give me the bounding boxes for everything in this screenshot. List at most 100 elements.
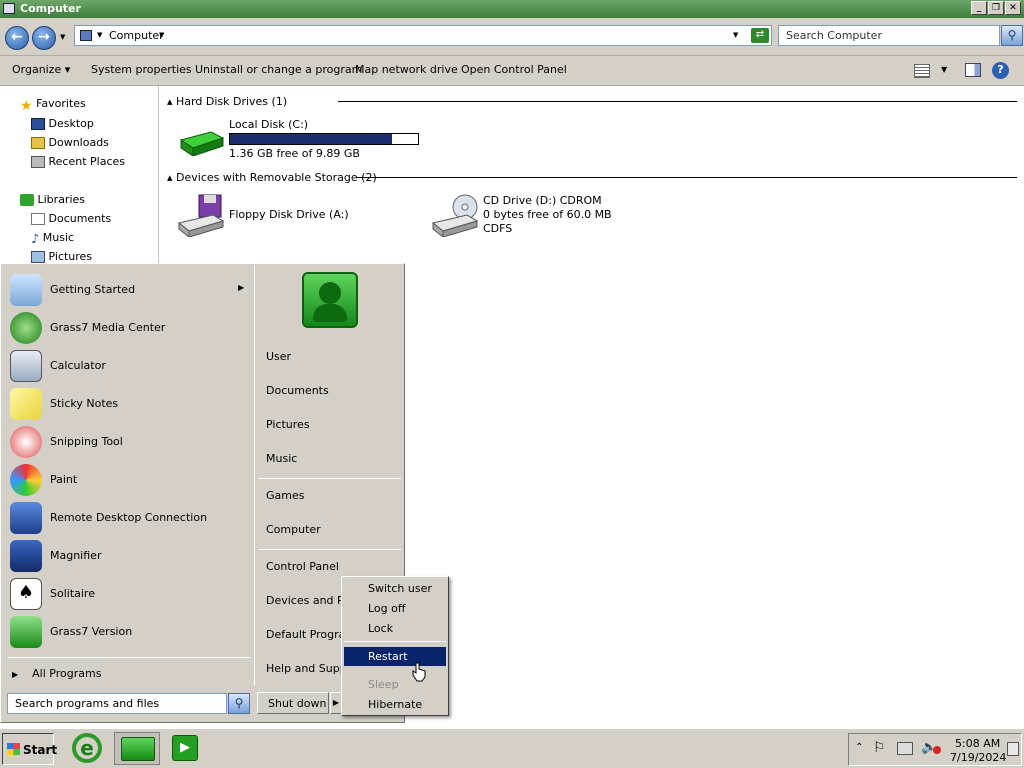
- nav-pictures[interactable]: Pictures: [31, 250, 92, 263]
- breadcrumb-chevron-icon[interactable]: ▼: [97, 31, 102, 39]
- window-titlebar[interactable]: Computer _ ❐ ✕: [0, 0, 1024, 18]
- address-dropdown-icon[interactable]: ▼: [733, 31, 738, 39]
- program-label: Magnifier: [50, 549, 102, 562]
- mouse-cursor-icon: [411, 662, 427, 682]
- all-programs-button[interactable]: ▶ All Programs: [12, 667, 101, 680]
- link-games[interactable]: Games: [266, 489, 304, 502]
- downloads-icon: [31, 137, 45, 149]
- disk-usage-fill: [230, 134, 392, 144]
- floppy-drive-item[interactable]: Floppy Disk Drive (A:): [229, 208, 349, 221]
- nav-music-label: Music: [42, 231, 75, 244]
- program-snipping-tool[interactable]: Snipping Tool: [10, 424, 250, 460]
- nav-music[interactable]: ♪ Music: [31, 231, 75, 247]
- program-grass7-version[interactable]: Grass7 Version: [10, 614, 250, 650]
- back-button[interactable]: ←: [5, 26, 29, 50]
- star-icon: ★: [20, 98, 33, 114]
- help-icon[interactable]: ?: [992, 62, 1009, 79]
- link-control-panel[interactable]: Control Panel: [266, 560, 339, 573]
- program-getting-started[interactable]: Getting Started ▶: [10, 272, 250, 308]
- taskbar-media-player[interactable]: ▶: [168, 732, 202, 765]
- start-button[interactable]: Start: [2, 733, 57, 765]
- start-logo-icon: [7, 743, 20, 755]
- program-media-center[interactable]: Grass7 Media Center: [10, 310, 250, 346]
- nav-desktop-label: Desktop: [48, 117, 94, 130]
- local-disk-item[interactable]: Local Disk (C:) 1.36 GB free of 9.89 GB: [229, 118, 419, 160]
- system-properties-button[interactable]: System properties: [91, 63, 192, 76]
- clock-date[interactable]: 7/19/2024: [950, 751, 1006, 764]
- map-network-drive-button[interactable]: Map network drive: [355, 63, 458, 76]
- taskbar-internet-explorer[interactable]: e: [70, 732, 104, 765]
- start-search-input[interactable]: Search programs and files: [7, 693, 227, 714]
- link-documents[interactable]: Documents: [266, 384, 329, 397]
- sticky-notes-icon: [10, 388, 42, 420]
- media-center-icon: [10, 312, 42, 344]
- close-button[interactable]: ✕: [1005, 1, 1021, 15]
- search-icon[interactable]: ⚲: [1001, 25, 1023, 46]
- cd-drive-filesystem: CDFS: [483, 222, 513, 235]
- internet-explorer-icon: e: [72, 733, 102, 763]
- program-remote-desktop[interactable]: Remote Desktop Connection: [10, 500, 250, 536]
- start-search-icon[interactable]: ⚲: [228, 693, 250, 714]
- menu-switch-user[interactable]: Switch user: [344, 579, 446, 598]
- breadcrumb-computer[interactable]: Computer: [109, 29, 164, 42]
- show-hidden-icons-icon[interactable]: ⌃: [855, 742, 863, 753]
- nav-documents[interactable]: Documents: [31, 212, 111, 225]
- media-player-icon: ▶: [172, 735, 198, 761]
- refresh-icon[interactable]: ⇄: [751, 28, 769, 43]
- link-music[interactable]: Music: [266, 452, 297, 465]
- change-view-icon[interactable]: [914, 64, 930, 78]
- network-icon[interactable]: [897, 742, 913, 755]
- maximize-button[interactable]: ❐: [988, 1, 1004, 15]
- program-magnifier[interactable]: Magnifier: [10, 538, 250, 574]
- forward-button[interactable]: →: [32, 26, 56, 50]
- menu-log-off[interactable]: Log off: [344, 599, 446, 618]
- nav-libraries[interactable]: Libraries: [20, 193, 85, 206]
- address-bar[interactable]: ▼ Computer ▼ ▼ ⇄: [74, 25, 772, 46]
- menu-hibernate[interactable]: Hibernate: [344, 695, 446, 714]
- organize-button[interactable]: Organize ▾: [12, 63, 70, 76]
- uninstall-program-button[interactable]: Uninstall or change a program: [195, 63, 362, 76]
- breadcrumb-chevron-icon[interactable]: ▼: [159, 31, 164, 39]
- power-menu: Switch user Log off Lock Restart Sleep H…: [341, 576, 449, 716]
- nav-favorites[interactable]: ★ Favorites: [20, 97, 86, 114]
- music-icon: ♪: [31, 232, 40, 247]
- link-computer[interactable]: Computer: [266, 523, 321, 536]
- preview-pane-icon[interactable]: [965, 63, 981, 77]
- navigation-pane: ★ Favorites Desktop Downloads Recent Pla…: [0, 86, 159, 266]
- menu-restart[interactable]: Restart: [344, 647, 446, 666]
- action-center-flag-icon[interactable]: ⚐: [873, 740, 886, 756]
- shut-down-button[interactable]: Shut down: [257, 692, 329, 714]
- menu-lock[interactable]: Lock: [344, 619, 446, 638]
- hdd-group-header[interactable]: ▴ Hard Disk Drives (1): [167, 95, 287, 108]
- show-desktop-icon[interactable]: [1007, 742, 1019, 756]
- nav-recent-places[interactable]: Recent Places: [31, 155, 125, 168]
- nav-desktop[interactable]: Desktop: [31, 117, 94, 130]
- documents-icon: [31, 213, 45, 225]
- open-control-panel-button[interactable]: Open Control Panel: [461, 63, 567, 76]
- user-avatar[interactable]: [302, 272, 358, 328]
- minimize-button[interactable]: _: [971, 1, 987, 15]
- clock-time[interactable]: 5:08 AM: [955, 737, 1000, 750]
- arrow-right-icon: ▶: [12, 670, 19, 679]
- cd-drive-icon: [431, 193, 479, 239]
- floppy-drive-icon: [177, 193, 225, 239]
- program-calculator[interactable]: Calculator: [10, 348, 250, 384]
- menu-sleep: Sleep: [368, 678, 399, 691]
- link-pictures[interactable]: Pictures: [266, 418, 310, 431]
- program-label: Getting Started: [50, 283, 136, 296]
- all-programs-label: All Programs: [32, 667, 102, 680]
- removable-group-header[interactable]: ▴ Devices with Removable Storage (2): [167, 171, 377, 184]
- program-solitaire[interactable]: ♠ Solitaire: [10, 576, 250, 612]
- program-sticky-notes[interactable]: Sticky Notes: [10, 386, 250, 422]
- nav-downloads[interactable]: Downloads: [31, 136, 109, 149]
- link-devices-printers[interactable]: Devices and Pri: [266, 594, 351, 607]
- search-input[interactable]: Search Computer: [778, 25, 1000, 46]
- view-options-chevron-icon[interactable]: ▼: [941, 65, 947, 74]
- address-row: ← → ▼ ▼ Computer ▼ ▼ ⇄ Search Computer ⚲: [0, 18, 1024, 56]
- program-paint[interactable]: Paint: [10, 462, 250, 498]
- link-user[interactable]: User: [266, 350, 291, 363]
- command-bar: Organize ▾ System properties Uninstall o…: [0, 56, 1024, 86]
- recent-pages-chevron-icon[interactable]: ▼: [60, 33, 65, 41]
- taskbar-explorer[interactable]: [114, 732, 160, 765]
- cd-drive-item[interactable]: CD Drive (D:) CDROM 0 bytes free of 60.0…: [483, 194, 612, 236]
